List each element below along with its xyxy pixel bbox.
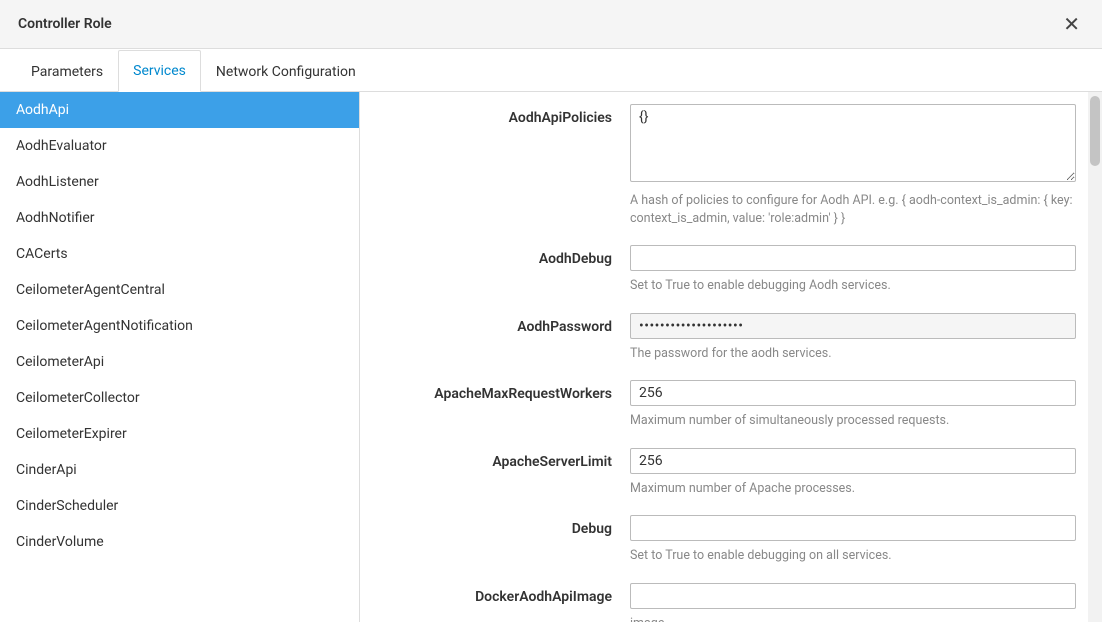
form-row-aodhpassword: AodhPassword The password for the aodh s… (370, 313, 1076, 363)
label-aodhapipolicies: AodhApiPolicies (370, 104, 630, 227)
form-row-debug: Debug Set to True to enable debugging on… (370, 515, 1076, 565)
sidebar-item-aodhevaluator[interactable]: AodhEvaluator (0, 128, 359, 164)
content-area: AodhApi AodhEvaluator AodhListener AodhN… (0, 92, 1102, 622)
tab-network-configuration[interactable]: Network Configuration (201, 51, 371, 92)
help-apachemaxrequestworkers: Maximum number of simultaneously process… (630, 412, 1076, 430)
help-dockeraodhapiimage: image (630, 615, 1076, 622)
label-aodhdebug: AodhDebug (370, 245, 630, 295)
label-apacheserverlimit: ApacheServerLimit (370, 448, 630, 498)
label-dockeraodhapiimage: DockerAodhApiImage (370, 583, 630, 622)
sidebar-item-aodhnotifier[interactable]: AodhNotifier (0, 200, 359, 236)
form-row-aodhapipolicies: AodhApiPolicies A hash of policies to co… (370, 104, 1076, 227)
debug-input[interactable] (630, 515, 1076, 541)
label-aodhpassword: AodhPassword (370, 313, 630, 363)
sidebar-item-ceilometerapi[interactable]: CeilometerApi (0, 344, 359, 380)
sidebar-item-ceilometercollector[interactable]: CeilometerCollector (0, 380, 359, 416)
sidebar-item-aodhapi[interactable]: AodhApi (0, 92, 359, 128)
aodh-api-policies-input[interactable] (630, 104, 1076, 182)
close-icon[interactable]: ✕ (1059, 14, 1084, 34)
scrollbar-thumb[interactable] (1090, 96, 1100, 166)
modal-title: Controller Role (18, 16, 112, 32)
modal-header: Controller Role ✕ (0, 0, 1102, 49)
sidebar-item-cindervolume[interactable]: CinderVolume (0, 524, 359, 560)
label-debug: Debug (370, 515, 630, 565)
tab-services[interactable]: Services (118, 50, 201, 92)
sidebar-item-cinderscheduler[interactable]: CinderScheduler (0, 488, 359, 524)
help-aodhpassword: The password for the aodh services. (630, 345, 1076, 363)
help-aodhdebug: Set to True to enable debugging Aodh ser… (630, 277, 1076, 295)
help-apacheserverlimit: Maximum number of Apache processes. (630, 480, 1076, 498)
form-row-apachemaxrequestworkers: ApacheMaxRequestWorkers Maximum number o… (370, 380, 1076, 430)
form-row-apacheserverlimit: ApacheServerLimit Maximum number of Apac… (370, 448, 1076, 498)
sidebar-item-cinderapi[interactable]: CinderApi (0, 452, 359, 488)
tab-parameters[interactable]: Parameters (16, 51, 118, 92)
form-area: AodhApiPolicies A hash of policies to co… (360, 92, 1102, 622)
scrollbar-track[interactable] (1088, 92, 1102, 622)
form-row-aodhdebug: AodhDebug Set to True to enable debuggin… (370, 245, 1076, 295)
apache-server-limit-input[interactable] (630, 448, 1076, 474)
help-aodhapipolicies: A hash of policies to configure for Aodh… (630, 192, 1076, 227)
help-debug: Set to True to enable debugging on all s… (630, 547, 1076, 565)
sidebar-item-ceilometeragentnotification[interactable]: CeilometerAgentNotification (0, 308, 359, 344)
label-apachemaxrequestworkers: ApacheMaxRequestWorkers (370, 380, 630, 430)
apache-max-request-workers-input[interactable] (630, 380, 1076, 406)
docker-aodh-api-image-input[interactable] (630, 583, 1076, 609)
services-sidebar: AodhApi AodhEvaluator AodhListener AodhN… (0, 92, 360, 622)
sidebar-item-ceilometerexpirer[interactable]: CeilometerExpirer (0, 416, 359, 452)
sidebar-item-ceilometeragentcentral[interactable]: CeilometerAgentCentral (0, 272, 359, 308)
sidebar-item-aodhlistener[interactable]: AodhListener (0, 164, 359, 200)
aodh-debug-input[interactable] (630, 245, 1076, 271)
form-row-dockeraodhapiimage: DockerAodhApiImage image (370, 583, 1076, 622)
aodh-password-input[interactable] (630, 313, 1076, 339)
sidebar-item-cacerts[interactable]: CACerts (0, 236, 359, 272)
tabs-bar: Parameters Services Network Configuratio… (0, 49, 1102, 92)
